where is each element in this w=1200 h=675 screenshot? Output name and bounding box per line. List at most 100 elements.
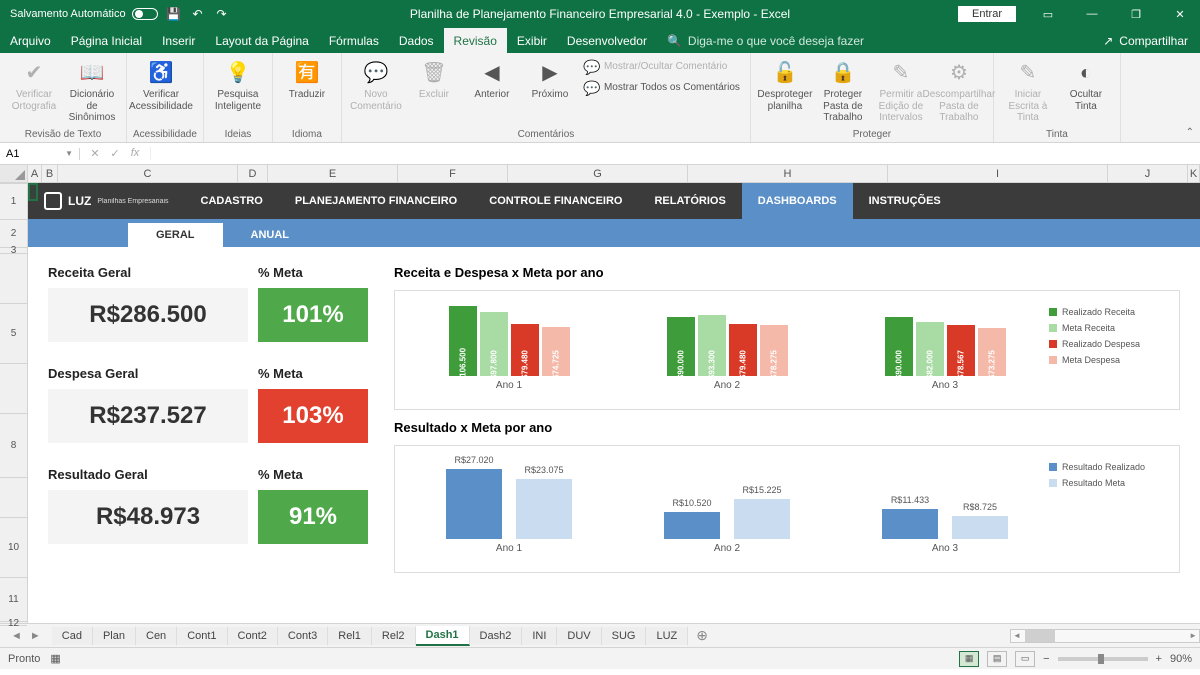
sheet-tab-rel1[interactable]: Rel1	[328, 627, 372, 645]
fx-icon[interactable]: fx	[126, 147, 144, 160]
sheet-tab-rel2[interactable]: Rel2	[372, 627, 416, 645]
ribbon-dicionário-de-sinônimos[interactable]: 📖Dicionário de Sinônimos	[64, 57, 120, 126]
redo-icon[interactable]: ↷	[214, 6, 230, 22]
legend-item: Meta Receita	[1049, 323, 1169, 333]
logo-icon	[44, 192, 62, 210]
nav-planejamento financeiro[interactable]: PLANEJAMENTO FINANCEIRO	[279, 183, 473, 219]
sheet-tab-cad[interactable]: Cad	[52, 627, 93, 645]
subnav-geral[interactable]: GERAL	[128, 223, 223, 247]
col-A[interactable]: A	[28, 165, 42, 182]
accept-formula-icon[interactable]: ✓	[106, 147, 124, 160]
autosave-toggle[interactable]: Salvamento Automático	[10, 8, 158, 20]
ribbon-ocultar-tinta[interactable]: ◐Ocultar Tinta	[1058, 57, 1114, 114]
zoom-out-icon[interactable]: −	[1043, 653, 1049, 665]
ribbon-icon: 🔒	[829, 59, 857, 87]
sheet-tab-cont1[interactable]: Cont1	[177, 627, 227, 645]
sheet-prev-icon[interactable]: ◄	[8, 630, 25, 642]
name-box[interactable]: A1 ▼	[0, 148, 80, 160]
ribbon-verificar-acessibilidade[interactable]: ♿Verificar Acessibilidade	[133, 57, 189, 114]
row-1[interactable]: 1	[0, 184, 27, 220]
menu-revisão[interactable]: Revisão	[444, 28, 507, 53]
nav-relatórios[interactable]: RELATÓRIOS	[638, 183, 741, 219]
sheet-tab-cont3[interactable]: Cont3	[278, 627, 328, 645]
ribbon-mostrar-todos-os-comentários[interactable]: 💬Mostrar Todos os Comentários	[580, 78, 744, 98]
brand-logo: LUZ Planilhas Empresariais	[28, 192, 185, 210]
row-12[interactable]: 12	[0, 622, 27, 626]
row-11[interactable]: 11	[0, 578, 27, 622]
sheet-tab-ini[interactable]: INI	[522, 627, 557, 645]
col-C[interactable]: C	[58, 165, 238, 182]
save-icon[interactable]: 💾	[166, 6, 182, 22]
sheet-tab-cont2[interactable]: Cont2	[228, 627, 278, 645]
collapse-ribbon-icon[interactable]: ⌃	[1186, 127, 1194, 138]
col-B[interactable]: B	[42, 165, 58, 182]
ribbon-proteger-pasta-de-trabalho[interactable]: 🔒Proteger Pasta de Trabalho	[815, 57, 871, 126]
bar-label: R$93.300	[707, 350, 716, 385]
page-layout-view-icon[interactable]: ▤	[987, 651, 1007, 667]
zoom-slider[interactable]	[1058, 657, 1148, 661]
horizontal-scrollbar[interactable]	[1010, 629, 1200, 643]
maximize-icon[interactable]: ❐	[1116, 0, 1156, 28]
sheet-tab-plan[interactable]: Plan	[93, 627, 136, 645]
row-[interactable]	[0, 478, 27, 518]
ribbon-anterior[interactable]: ◀Anterior	[464, 57, 520, 103]
ribbon-pesquisa-inteligente[interactable]: 💡Pesquisa Inteligente	[210, 57, 266, 114]
ribbon-novo-comentário: 💬Novo Comentário	[348, 57, 404, 114]
menu-página-inicial[interactable]: Página Inicial	[61, 28, 152, 53]
menu-layout-da-página[interactable]: Layout da Página	[205, 28, 318, 53]
nav-controle financeiro[interactable]: CONTROLE FINANCEIRO	[473, 183, 638, 219]
nav-cadastro[interactable]: CADASTRO	[185, 183, 279, 219]
cancel-formula-icon[interactable]: ✕	[86, 147, 104, 160]
sheet-next-icon[interactable]: ►	[27, 630, 44, 642]
zoom-level[interactable]: 90%	[1170, 653, 1192, 665]
macro-record-icon[interactable]: ▦	[50, 652, 60, 665]
col-D[interactable]: D	[238, 165, 268, 182]
col-I[interactable]: I	[888, 165, 1108, 182]
nav-dashboards[interactable]: DASHBOARDS	[742, 183, 853, 219]
share-button[interactable]: ↗Compartilhar	[1091, 34, 1200, 48]
menu-exibir[interactable]: Exibir	[507, 28, 557, 53]
page-break-view-icon[interactable]: ▭	[1015, 651, 1035, 667]
subnav-anual[interactable]: ANUAL	[223, 223, 318, 247]
nav-instruções[interactable]: INSTRUÇÕES	[853, 183, 957, 219]
minimize-icon[interactable]: —	[1072, 0, 1112, 28]
sheet-tab-dash1[interactable]: Dash1	[416, 626, 470, 646]
sheet-tab-sug[interactable]: SUG	[602, 627, 647, 645]
row-headers: 12358101112	[0, 183, 28, 623]
bar-label: R$15.225	[734, 485, 790, 495]
col-G[interactable]: G	[508, 165, 688, 182]
row-10[interactable]: 10	[0, 518, 27, 578]
sheet-tab-dash2[interactable]: Dash2	[470, 627, 523, 645]
menu-dados[interactable]: Dados	[389, 28, 444, 53]
menu-arquivo[interactable]: Arquivo	[0, 28, 61, 53]
menu-inserir[interactable]: Inserir	[152, 28, 205, 53]
ribbon-desproteger-planilha[interactable]: 🔓Desproteger planilha	[757, 57, 813, 114]
signin-button[interactable]: Entrar	[958, 6, 1016, 22]
normal-view-icon[interactable]: ▦	[959, 651, 979, 667]
row-[interactable]	[0, 364, 27, 414]
row-2[interactable]: 2	[0, 220, 27, 248]
bar-label: R$90.000	[676, 350, 685, 385]
row-5[interactable]: 5	[0, 304, 27, 364]
col-K[interactable]: K	[1188, 165, 1200, 182]
menu-desenvolvedor[interactable]: Desenvolvedor	[557, 28, 657, 53]
add-sheet-icon[interactable]: ⊕	[688, 627, 716, 644]
col-E[interactable]: E	[268, 165, 398, 182]
col-J[interactable]: J	[1108, 165, 1188, 182]
select-all-corner[interactable]	[0, 165, 28, 182]
col-F[interactable]: F	[398, 165, 508, 182]
sheet-tab-duv[interactable]: DUV	[557, 627, 601, 645]
col-H[interactable]: H	[688, 165, 888, 182]
tellme-text[interactable]: Diga-me o que você deseja fazer	[688, 34, 864, 48]
undo-icon[interactable]: ↶	[190, 6, 206, 22]
zoom-in-icon[interactable]: +	[1156, 653, 1162, 665]
row-8[interactable]: 8	[0, 414, 27, 478]
ribbon-traduzir[interactable]: 🈶Traduzir	[279, 57, 335, 103]
row-[interactable]	[0, 254, 27, 304]
menu-fórmulas[interactable]: Fórmulas	[319, 28, 389, 53]
ribbon-options-icon[interactable]: ▭	[1028, 0, 1068, 28]
sheet-tab-luz[interactable]: LUZ	[646, 627, 688, 645]
ribbon-próximo[interactable]: ▶Próximo	[522, 57, 578, 103]
sheet-tab-cen[interactable]: Cen	[136, 627, 177, 645]
close-icon[interactable]: ✕	[1160, 0, 1200, 28]
